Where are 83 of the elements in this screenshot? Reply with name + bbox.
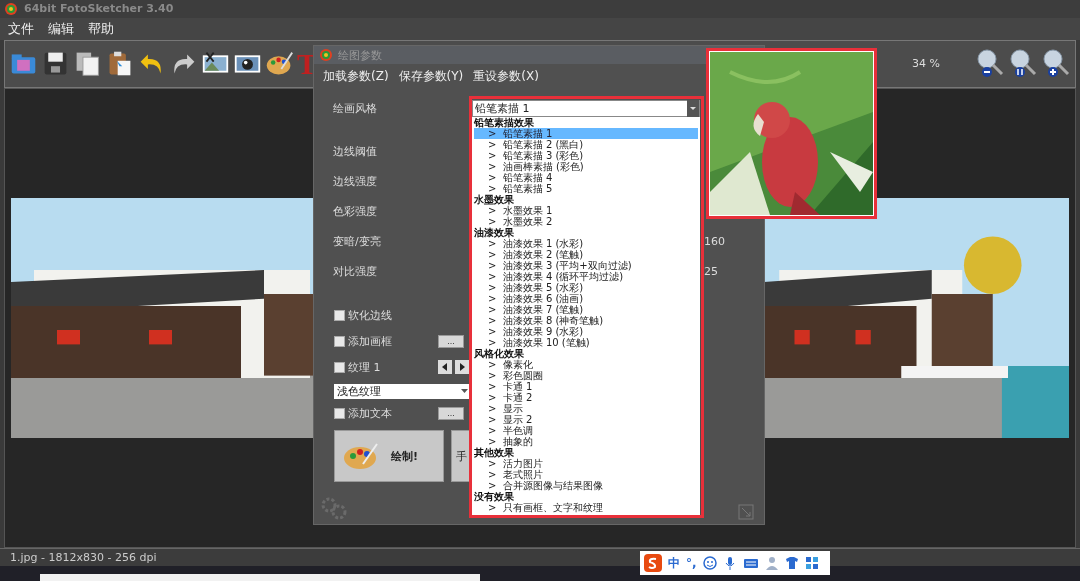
- value-label: 160: [704, 234, 725, 248]
- checkbox-label: 软化边线: [348, 307, 393, 323]
- list-item[interactable]: > 水墨效果 2: [474, 216, 698, 227]
- menu-item[interactable]: 编辑: [48, 19, 74, 38]
- list-item[interactable]: > 油画棒素描 (彩色): [474, 161, 698, 172]
- list-item[interactable]: > 合并源图像与结果图像: [474, 480, 698, 491]
- checkbox[interactable]: [334, 407, 345, 419]
- list-item[interactable]: > 油漆效果 1 (水彩): [474, 238, 698, 249]
- list-item[interactable]: > 铅笔素描 1: [474, 128, 698, 139]
- list-item[interactable]: > 油漆效果 10 (笔触): [474, 337, 698, 348]
- list-item[interactable]: > 老式照片: [474, 469, 698, 480]
- list-item[interactable]: > 油漆效果 4 (循环平均过滤): [474, 271, 698, 282]
- taskbar-field[interactable]: [40, 574, 480, 581]
- field-label: 边线阈值: [333, 143, 377, 159]
- browse-button[interactable]: ...: [438, 334, 464, 348]
- list-item[interactable]: > 油漆效果 6 (油画): [474, 293, 698, 304]
- list-item[interactable]: > 像素化: [474, 359, 698, 370]
- draw-button[interactable]: 绘制!: [334, 430, 444, 482]
- list-item[interactable]: > 铅笔素描 4: [474, 172, 698, 183]
- list-item[interactable]: > 油漆效果 9 (水彩): [474, 326, 698, 337]
- app-logo-icon: [4, 1, 18, 16]
- previous-icon[interactable]: [438, 360, 452, 374]
- field-label: 对比强度: [333, 263, 377, 279]
- dialog-logo-icon: [319, 48, 333, 62]
- list-item[interactable]: > 水墨效果 1: [474, 205, 698, 216]
- punctuation-toggle[interactable]: °,: [686, 556, 697, 570]
- texture-dropdown[interactable]: 浅色纹理: [334, 383, 471, 399]
- zoom-out-icon[interactable]: [975, 47, 1005, 80]
- checkbox-label: 纹理 1: [348, 359, 382, 375]
- smiley-icon[interactable]: [702, 556, 717, 570]
- checkbox-label: 添加文本: [348, 405, 393, 421]
- list-item[interactable]: > 卡通 1: [474, 381, 698, 392]
- list-item[interactable]: > 油漆效果 2 (笔触): [474, 249, 698, 260]
- group-header: 油漆效果: [474, 227, 515, 238]
- checkbox[interactable]: [334, 361, 345, 373]
- list-item[interactable]: > 半色调: [474, 425, 698, 436]
- group-header: 没有效果: [474, 491, 515, 502]
- zoom-level: 34 %: [912, 57, 940, 71]
- group-header: 铅笔素描效果: [474, 117, 535, 128]
- next-icon[interactable]: [455, 360, 469, 374]
- shirt-icon[interactable]: [784, 556, 799, 570]
- style-dropdown[interactable]: 铅笔素描 1: [472, 100, 700, 117]
- list-item[interactable]: > 铅笔素描 3 (彩色): [474, 150, 698, 161]
- field-label: 绘画风格: [333, 100, 377, 116]
- list-item[interactable]: > 抽象的: [474, 436, 698, 447]
- list-item[interactable]: > 油漆效果 5 (水彩): [474, 282, 698, 293]
- list-item[interactable]: > 油漆效果 8 (神奇笔触): [474, 315, 698, 326]
- field-label: 变暗/变亮: [333, 233, 381, 249]
- menu-item[interactable]: 加载参数(Z): [323, 67, 389, 85]
- value-label: 25: [704, 264, 718, 278]
- palette-icon: [343, 442, 379, 470]
- list-item[interactable]: > 只有画框、文字和纹理: [474, 502, 698, 513]
- list-item[interactable]: > 铅笔素描 2 (黑白): [474, 139, 698, 150]
- list-item[interactable]: > 显示: [474, 403, 698, 414]
- keyboard-icon[interactable]: [742, 556, 759, 570]
- list-item[interactable]: > 油漆效果 3 (平均+双向过滤): [474, 260, 698, 271]
- list-item[interactable]: > 铅笔素描 5: [474, 183, 698, 194]
- menu-item[interactable]: 文件: [8, 19, 34, 38]
- checkbox[interactable]: [334, 335, 345, 347]
- list-item[interactable]: > 显示 2: [474, 414, 698, 425]
- menu-item[interactable]: 保存参数(Y): [398, 67, 464, 85]
- checkbox-label: 添加画框: [348, 333, 393, 349]
- list-item[interactable]: > 油漆效果 7 (笔触): [474, 304, 698, 315]
- menu-item[interactable]: 帮助: [88, 19, 114, 38]
- group-header: 其他效果: [474, 447, 515, 458]
- field-label: 边线强度: [333, 173, 377, 189]
- zoom-actual-icon[interactable]: [1008, 47, 1038, 80]
- menu-item[interactable]: 重设参数(X): [473, 67, 539, 85]
- list-item[interactable]: > 活力图片: [474, 458, 698, 469]
- dropdown-arrow-icon: [461, 389, 468, 393]
- list-item[interactable]: > 彩色圆圈: [474, 370, 698, 381]
- group-header: 水墨效果: [474, 194, 515, 205]
- input-mode-toggle[interactable]: 中: [668, 554, 680, 572]
- list-item[interactable]: > 卡通 2: [474, 392, 698, 403]
- group-header: 风格化效果: [474, 348, 525, 359]
- window-title: 64bit FotoSketcher 3.40: [24, 2, 174, 16]
- checkbox[interactable]: [334, 309, 345, 321]
- zoom-in-icon[interactable]: [1041, 47, 1071, 80]
- grid-icon[interactable]: [804, 556, 819, 570]
- status-text: 1.jpg - 1812x830 - 256 dpi: [10, 551, 157, 565]
- field-label: 色彩强度: [333, 203, 377, 219]
- ime-logo-icon[interactable]: [644, 554, 662, 572]
- browse-button[interactable]: ...: [438, 406, 464, 420]
